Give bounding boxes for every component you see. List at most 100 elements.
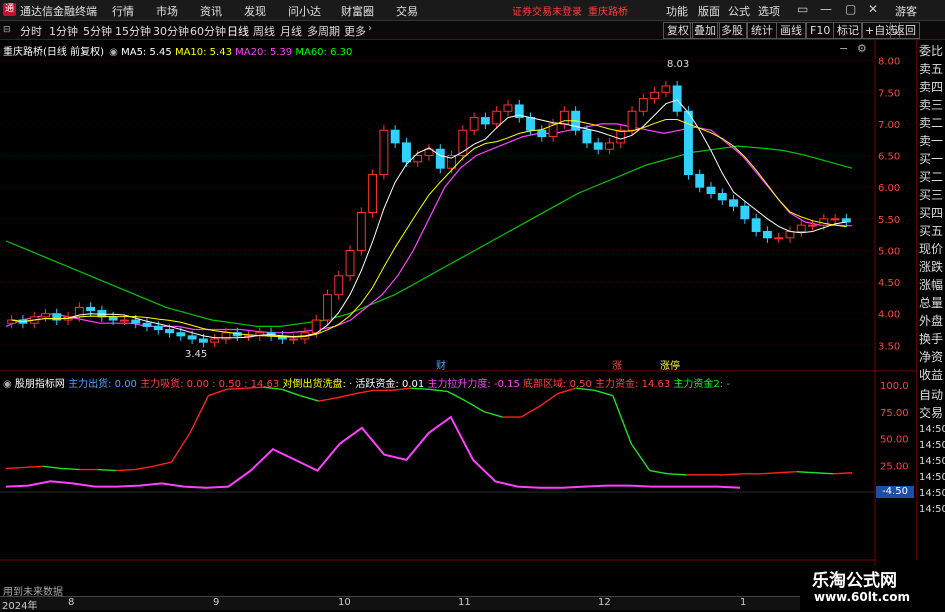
candle-body: [650, 91, 660, 100]
user-label[interactable]: 游客: [895, 3, 917, 19]
period-fenshi[interactable]: 分时: [20, 23, 42, 39]
menu-shichang[interactable]: 市场: [156, 3, 178, 19]
tool-tongji[interactable]: 统计: [747, 22, 777, 39]
candle-body: [819, 218, 829, 226]
period-daily[interactable]: 日线: [227, 23, 249, 39]
period-1min[interactable]: 1分钟: [49, 23, 78, 39]
sidebar-buy3[interactable]: 买三: [919, 186, 943, 203]
tool-fanhui[interactable]: 返回: [890, 22, 920, 39]
indicator-settings-icon[interactable]: ◉: [3, 379, 12, 390]
sidebar-buy4[interactable]: 买四: [919, 204, 943, 221]
menu-hangqing[interactable]: 行情: [112, 3, 134, 19]
menu-wenxiaoda[interactable]: 问小达: [288, 3, 321, 19]
candle-body: [379, 129, 389, 176]
candle-body: [751, 218, 761, 232]
candle-body: [503, 104, 513, 112]
date-axis-bar: 2024年 8 9 10 11 12 1: [0, 596, 800, 612]
candle-body: [413, 155, 423, 163]
tool-huaxian[interactable]: 画线: [776, 22, 806, 39]
period-60min[interactable]: 60分钟: [190, 23, 226, 39]
tick-time-1: 14:50: [919, 424, 945, 435]
tool-diejia[interactable]: 叠加: [690, 22, 720, 39]
period-multi[interactable]: 多周期: [307, 23, 340, 39]
ind-duidao: 对倒出货洗盘: ·: [282, 379, 353, 390]
menu-faxian[interactable]: 发现: [244, 3, 266, 19]
month-10: 10: [338, 597, 351, 608]
sidebar-earnings[interactable]: 收益: [919, 366, 943, 383]
tool-biaoji[interactable]: 标记: [833, 22, 863, 39]
close-icon[interactable]: ✕: [868, 2, 878, 16]
tick-time-4: 14:50: [919, 472, 945, 483]
period-weekly[interactable]: 周线: [253, 23, 275, 39]
sidebar-price[interactable]: 现价: [919, 240, 943, 257]
period-5min[interactable]: 5分钟: [83, 23, 112, 39]
menu-xuanxiang[interactable]: 选项: [758, 3, 780, 19]
period-monthly[interactable]: 月线: [280, 23, 302, 39]
menu-banmian[interactable]: 版面: [698, 3, 720, 19]
chevron-right-icon[interactable]: ›: [368, 23, 372, 34]
tick-time-2: 14:50: [919, 440, 945, 451]
sidebar-buy1[interactable]: 买一: [919, 150, 943, 167]
candle-body: [401, 142, 411, 163]
maximize-icon[interactable]: ▢: [845, 2, 856, 16]
menu-gongshi[interactable]: 公式: [728, 3, 750, 19]
settings-icon[interactable]: ◉: [109, 47, 118, 58]
menu-jiaoyi[interactable]: 交易: [396, 3, 418, 19]
sidebar-sell3[interactable]: 卖三: [919, 96, 943, 113]
menu-caifuquan[interactable]: 财富圈: [341, 3, 374, 19]
candle-body: [582, 129, 592, 144]
menu-zixun[interactable]: 资讯: [200, 3, 222, 19]
candle-body: [119, 319, 129, 322]
sidebar-change[interactable]: 涨跌: [919, 258, 943, 275]
candle-body: [627, 110, 637, 131]
sidebar-change-pct[interactable]: 涨幅: [919, 276, 943, 293]
tool-f10[interactable]: F10: [806, 22, 835, 39]
indicator-name: 股朋指标网: [14, 379, 65, 390]
candle-body: [390, 129, 400, 144]
sidebar-buy5[interactable]: 买五: [919, 222, 943, 239]
candle-body: [334, 275, 344, 296]
sidebar-volume[interactable]: 总量: [919, 294, 943, 311]
tool-fuquan[interactable]: 复权: [663, 22, 693, 39]
settings-gear-icon[interactable]: ⚙: [857, 42, 867, 55]
price-tick-label: 5.00: [878, 246, 900, 257]
zoom-out-icon[interactable]: −: [839, 42, 848, 55]
candle-body: [356, 211, 366, 251]
candle-body: [345, 249, 355, 277]
sidebar-trade[interactable]: 交易: [919, 404, 943, 421]
sidebar-sell5[interactable]: 卖五: [919, 60, 943, 77]
sidebar-turnover[interactable]: 换手: [919, 330, 943, 347]
year-label: 2024年: [2, 601, 38, 612]
ma20-label: MA20: 5.39: [235, 47, 293, 58]
candle-body: [808, 224, 817, 227]
candle-body: [841, 218, 851, 223]
candle-body: [108, 316, 118, 321]
sidebar-sell2[interactable]: 卖二: [919, 114, 943, 131]
candle-body: [142, 322, 152, 327]
notice-stock[interactable]: 重庆路桥: [588, 3, 628, 18]
ind-zhulizijin: 主力资金: 14.63: [595, 379, 671, 390]
expand-icon[interactable]: ⊟: [3, 25, 11, 35]
sidebar-netasset[interactable]: 净资: [919, 348, 943, 365]
shrink-icon[interactable]: ▭: [797, 2, 808, 16]
tool-duogu[interactable]: 多股: [717, 22, 747, 39]
period-30min[interactable]: 30分钟: [153, 23, 189, 39]
period-more[interactable]: 更多: [344, 23, 366, 39]
sidebar-sell1[interactable]: 卖一: [919, 132, 943, 149]
price-tick-label: 7.00: [878, 120, 900, 131]
tick-time-3: 14:50: [919, 456, 945, 467]
candle-body: [616, 129, 626, 144]
sidebar-buy2[interactable]: 买二: [919, 168, 943, 185]
indicator-tick-label: 25.00: [880, 461, 909, 472]
period-15min[interactable]: 15分钟: [115, 23, 151, 39]
sidebar-sell4[interactable]: 卖四: [919, 78, 943, 95]
candle-body: [131, 319, 141, 324]
sidebar-outer[interactable]: 外盘: [919, 312, 943, 329]
sidebar-weibi[interactable]: 委比: [919, 42, 943, 59]
sidebar-auto[interactable]: 自动: [919, 386, 943, 403]
login-notice[interactable]: 证券交易未登录: [512, 3, 582, 18]
menu-gongneng[interactable]: 功能: [666, 3, 688, 19]
chart-area[interactable]: 8.00 7.50 7.00 6.50 6.00 5.50 5.00 4.50 4.00 3.50…: [0, 40, 916, 596]
candle-body: [165, 329, 175, 334]
minimize-icon[interactable]: —: [820, 2, 832, 16]
